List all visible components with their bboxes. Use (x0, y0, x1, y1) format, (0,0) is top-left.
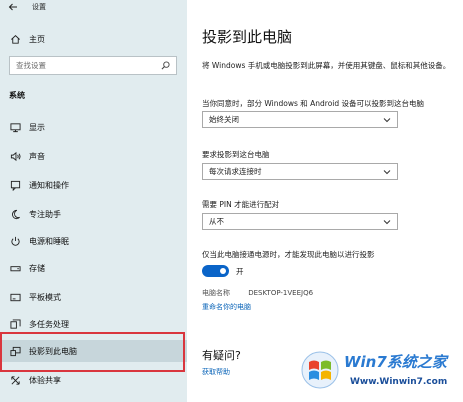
back-arrow-icon[interactable] (8, 2, 18, 12)
search-input[interactable]: 查找设置 (9, 56, 177, 75)
pin-dropdown[interactable]: 从不 (202, 213, 398, 230)
sidebar-item-label: 显示 (29, 122, 45, 132)
watermark: Win7系统之家 Www.Winwin7.com (300, 347, 463, 402)
title-bar: 设置 (8, 0, 46, 14)
main-content: 投影到此电脑 将 Windows 手机或电脑投影到此屏幕，并使用其键盘、鼠标和其… (187, 0, 463, 402)
sidebar-item-focus-assist[interactable]: 专注助手 (0, 203, 187, 225)
search-placeholder: 查找设置 (16, 61, 46, 70)
storage-icon (9, 262, 21, 274)
sidebar-item-home[interactable]: 主页 (0, 28, 187, 50)
share-icon (9, 374, 21, 386)
sidebar-item-storage[interactable]: 存储 (0, 257, 187, 279)
setting-power-label: 仅当此电脑接通电源时，才能发现此电脑以进行投影 (202, 250, 375, 259)
moon-icon (9, 208, 21, 220)
monitor-icon (9, 121, 21, 133)
rename-pc-link[interactable]: 重命名你的电脑 (202, 302, 251, 312)
page-description: 将 Windows 手机或电脑投影到此屏幕，并使用其键盘、鼠标和其他设备。 (202, 61, 451, 70)
setting-availability-label: 当你同意时，部分 Windows 和 Android 设备可以投影到这台电脑 (202, 99, 425, 108)
request-dropdown[interactable]: 每次请求连接时 (202, 163, 398, 180)
project-icon (9, 345, 21, 357)
setting-request-label: 要求投影到这台电脑 (202, 150, 270, 159)
sidebar-item-tablet-mode[interactable]: 平板模式 (0, 286, 187, 308)
window-title: 设置 (32, 3, 46, 11)
watermark-title: Win7系统之家 (344, 353, 447, 371)
chevron-down-icon (383, 117, 391, 122)
sidebar: 设置 主页 查找设置 系统 显示 声音 通知和操作 专注助手 电源和睡眠 存储 … (0, 0, 187, 402)
sidebar-item-shared-experiences[interactable]: 体验共享 (0, 369, 187, 391)
help-title: 有疑问? (202, 349, 241, 362)
pc-name-row: 电脑名称 DESKTOP-1VEEJQ6 (202, 288, 313, 298)
speaker-icon (9, 150, 21, 162)
toggle-state-label: 开 (236, 266, 244, 276)
sidebar-item-label: 通知和操作 (29, 180, 69, 190)
chevron-down-icon (383, 169, 391, 174)
dropdown-value: 始终关闭 (209, 115, 239, 124)
dropdown-value: 从不 (209, 217, 224, 226)
sidebar-item-label: 体验共享 (29, 375, 61, 385)
get-help-link[interactable]: 获取帮助 (202, 367, 230, 377)
sidebar-item-label: 专注助手 (29, 209, 61, 219)
pc-name-value: DESKTOP-1VEEJQ6 (248, 289, 314, 297)
sidebar-item-notifications[interactable]: 通知和操作 (0, 174, 187, 196)
sidebar-item-label: 多任务处理 (29, 319, 69, 329)
watermark-url: Www.Winwin7.com (350, 377, 448, 387)
power-discovery-toggle[interactable] (202, 265, 229, 277)
sidebar-item-label: 平板模式 (29, 292, 61, 302)
sidebar-item-label: 电源和睡眠 (29, 236, 69, 246)
notification-icon (9, 179, 21, 191)
sidebar-item-project-to-pc[interactable]: 投影到此电脑 (0, 340, 187, 362)
setting-pin-label: 需要 PIN 才能进行配对 (202, 200, 280, 209)
availability-dropdown[interactable]: 始终关闭 (202, 111, 398, 128)
sidebar-item-label: 存储 (29, 263, 45, 273)
power-icon (9, 235, 21, 247)
sidebar-item-sound[interactable]: 声音 (0, 145, 187, 167)
sidebar-item-label: 声音 (29, 151, 45, 161)
section-label: 系统 (9, 91, 25, 100)
sidebar-item-power-sleep[interactable]: 电源和睡眠 (0, 230, 187, 252)
sidebar-item-label: 主页 (29, 34, 45, 44)
tablet-icon (9, 291, 21, 303)
dropdown-value: 每次请求连接时 (209, 167, 262, 176)
chevron-down-icon (383, 219, 391, 224)
sidebar-item-multitasking[interactable]: 多任务处理 (0, 313, 187, 335)
multitask-icon (9, 318, 21, 330)
page-title: 投影到此电脑 (202, 28, 293, 46)
sidebar-item-display[interactable]: 显示 (0, 116, 187, 138)
search-icon (161, 61, 170, 70)
windows-logo-icon (301, 351, 339, 389)
home-icon (9, 33, 21, 45)
sidebar-item-label: 投影到此电脑 (29, 346, 77, 356)
pc-name-label: 电脑名称 (202, 289, 230, 297)
power-toggle-row: 开 (202, 265, 244, 277)
